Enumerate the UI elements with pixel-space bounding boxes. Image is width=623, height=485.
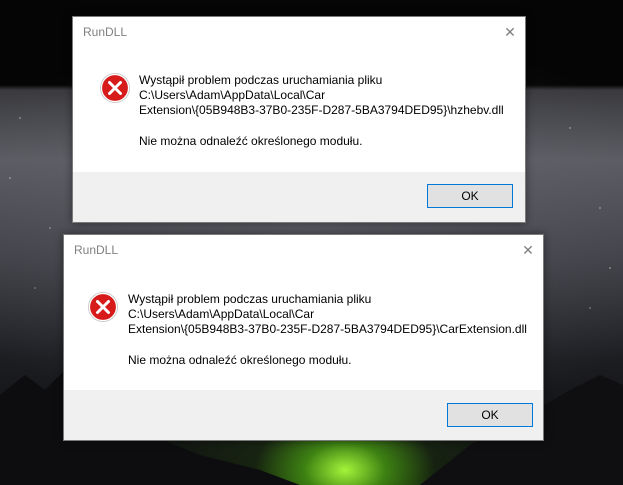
message-line-2: C:\Users\Adam\AppData\Local\Car — [139, 88, 326, 102]
title-bar[interactable]: RunDLL ✕ — [73, 17, 525, 47]
close-button[interactable]: ✕ — [513, 235, 543, 265]
dialog-footer: OK — [64, 390, 543, 440]
close-button[interactable]: ✕ — [495, 17, 525, 47]
ok-button[interactable]: OK — [447, 403, 533, 427]
message-line-1: Wystąpił problem podczas uruchamiania pl… — [128, 292, 372, 306]
message-line-3: Extension\{05B948B3-37B0-235F-D287-5BA37… — [139, 103, 504, 117]
error-icon — [100, 73, 130, 103]
error-icon — [88, 292, 118, 322]
error-detail: Nie można odnaleźć określonego modułu. — [139, 134, 363, 148]
title-bar[interactable]: RunDLL ✕ — [64, 235, 543, 265]
dialog-footer: OK — [73, 172, 525, 222]
error-message: Wystąpił problem podczas uruchamiania pl… — [139, 73, 504, 149]
error-message: Wystąpił problem podczas uruchamiania pl… — [128, 292, 527, 368]
message-line-2: C:\Users\Adam\AppData\Local\Car — [128, 307, 315, 321]
rundll-dialog-2: RunDLL ✕ Wystąpił problem podczas urucha… — [63, 234, 544, 441]
dialog-title: RunDLL — [74, 243, 119, 257]
error-detail: Nie można odnaleźć określonego modułu. — [128, 353, 352, 367]
message-line-3: Extension\{05B948B3-37B0-235F-D287-5BA37… — [128, 322, 527, 336]
message-line-1: Wystąpił problem podczas uruchamiania pl… — [139, 73, 383, 87]
dialog-title: RunDLL — [83, 25, 128, 39]
ok-button[interactable]: OK — [427, 184, 513, 208]
rundll-dialog-1: RunDLL ✕ Wystąpił problem podczas urucha… — [72, 16, 526, 223]
